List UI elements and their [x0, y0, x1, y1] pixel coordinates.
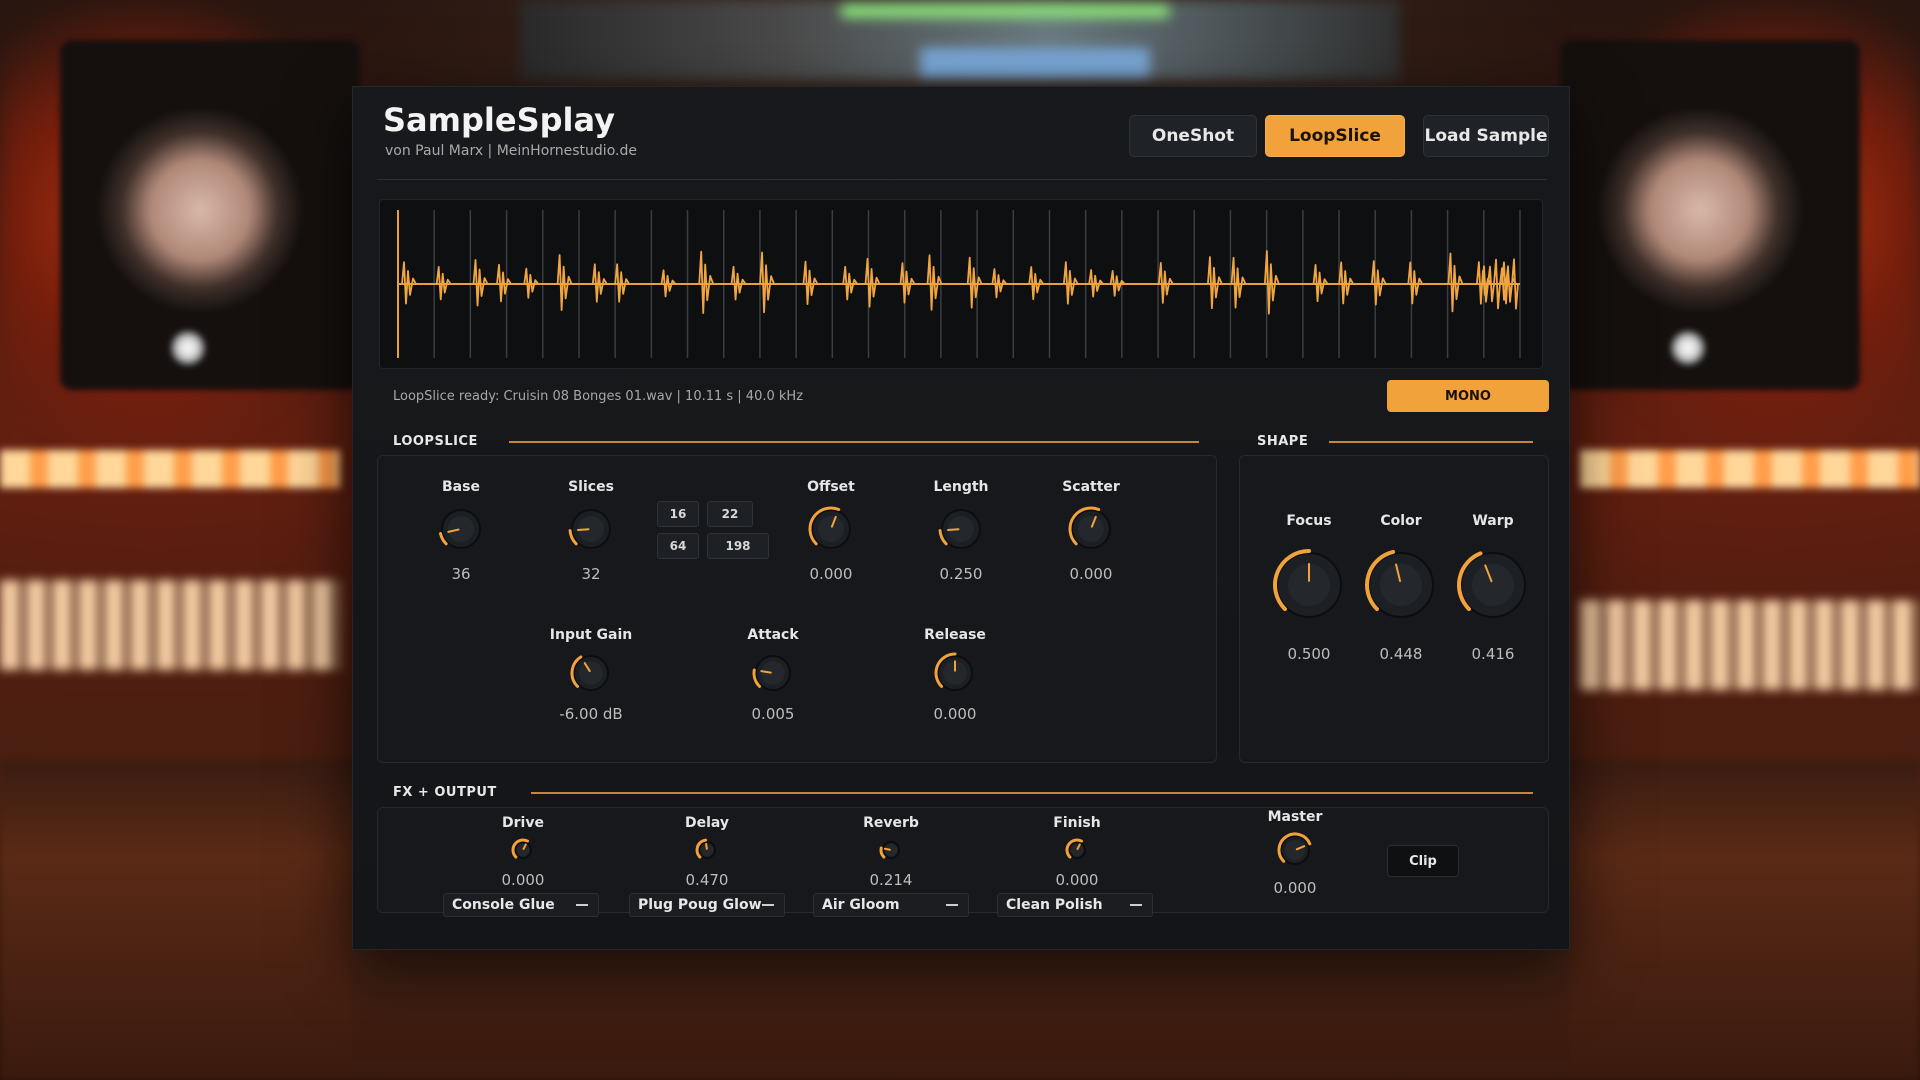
offset-knob[interactable]: [807, 505, 855, 557]
plugin-window: SampleSplay von Paul Marx | MeinHornestu…: [352, 86, 1570, 950]
knob-label: Release: [924, 627, 986, 643]
knob-value: 0.000: [501, 871, 545, 889]
shape-section-title: SHAPE: [1257, 434, 1309, 449]
release-knob[interactable]: [933, 651, 977, 699]
drive-knob[interactable]: [510, 837, 536, 867]
knob-value: 0.000: [1069, 565, 1113, 583]
dash-icon: [762, 904, 774, 906]
knob-value: -6.00 dB: [559, 705, 623, 723]
knob-label: Offset: [807, 479, 855, 495]
preset-label: Plug Poug Glow: [638, 897, 762, 913]
left-keyboard: [0, 580, 340, 670]
finish-knob[interactable]: [1064, 837, 1090, 867]
knob-label: Base: [442, 479, 480, 495]
preset-label: Console Glue: [452, 897, 555, 913]
input-gain-knob[interactable]: [569, 651, 613, 699]
knob-value: 0.250: [939, 565, 983, 583]
oneshot-button[interactable]: OneShot: [1129, 115, 1257, 157]
loopslice-button[interactable]: LoopSlice: [1265, 115, 1405, 157]
knob-label: Finish: [1053, 815, 1101, 831]
knob-label: Attack: [747, 627, 799, 643]
slice-preset-64[interactable]: 64: [657, 533, 699, 559]
knob-label: Length: [933, 479, 989, 495]
knob-value: 32: [581, 565, 601, 583]
delay-preset-select[interactable]: Plug Poug Glow: [629, 893, 785, 917]
slice-preset-198[interactable]: 198: [707, 533, 769, 559]
slice-preset-22[interactable]: 22: [707, 501, 753, 527]
knob-value: 0.000: [1055, 871, 1099, 889]
knob-value: 0.000: [1273, 879, 1317, 897]
master-knob[interactable]: [1276, 831, 1314, 873]
mono-button[interactable]: MONO: [1387, 380, 1549, 412]
right-speaker: [1560, 40, 1860, 390]
dash-icon: [946, 904, 958, 906]
right-keyboard: [1580, 600, 1920, 690]
fx-section-title: FX + OUTPUT: [393, 785, 497, 800]
slice-preset-16[interactable]: 16: [657, 501, 699, 527]
reverb-preset-select[interactable]: Air Gloom: [813, 893, 969, 917]
warp-knob[interactable]: [1456, 548, 1530, 626]
knob-label: Slices: [568, 479, 614, 495]
right-light-strip: [1580, 450, 1920, 488]
dash-icon: [1130, 904, 1142, 906]
focus-knob[interactable]: [1272, 548, 1346, 626]
knob-value: 0.214: [869, 871, 913, 889]
fx-section-line: [531, 792, 1533, 794]
knob-label: Drive: [502, 815, 544, 831]
knob-label: Master: [1267, 809, 1323, 825]
loopslice-section-line: [509, 441, 1199, 443]
loopslice-section-title: LOOPSLICE: [393, 434, 478, 449]
delay-knob[interactable]: [694, 837, 720, 867]
color-knob[interactable]: [1364, 548, 1438, 626]
attack-knob[interactable]: [751, 651, 795, 699]
left-light-strip: [0, 450, 340, 488]
knob-label: Warp: [1472, 513, 1514, 529]
app-subtitle: von Paul Marx | MeinHornestudio.de: [385, 143, 637, 159]
window-reflection: [352, 950, 1568, 1080]
scatter-knob[interactable]: [1067, 505, 1115, 557]
preset-label: Clean Polish: [1006, 897, 1103, 913]
knob-value: 0.005: [751, 705, 795, 723]
clip-button[interactable]: Clip: [1387, 845, 1459, 877]
drive-preset-select[interactable]: Console Glue: [443, 893, 599, 917]
knob-label: Scatter: [1062, 479, 1120, 495]
knob-label: Delay: [684, 815, 730, 831]
background-monitor: [520, 0, 1400, 80]
waveform-svg: [397, 210, 1521, 358]
load-sample-button[interactable]: Load Sample: [1423, 115, 1549, 157]
header-divider: [377, 179, 1547, 180]
shape-section-line: [1329, 441, 1533, 443]
knob-value: 0.416: [1471, 645, 1515, 663]
knob-value: 0.000: [809, 565, 853, 583]
dash-icon: [576, 904, 588, 906]
app-title: SampleSplay: [383, 101, 615, 139]
waveform-display[interactable]: [379, 199, 1543, 369]
finish-preset-select[interactable]: Clean Polish: [997, 893, 1153, 917]
knob-label: Reverb: [863, 815, 919, 831]
knob-value: 0.000: [933, 705, 977, 723]
base-knob[interactable]: [437, 505, 485, 557]
slices-knob[interactable]: [567, 505, 615, 557]
length-knob[interactable]: [937, 505, 985, 557]
knob-value: 36: [451, 565, 471, 583]
knob-label: Input Gain: [549, 627, 633, 643]
status-text: LoopSlice ready: Cruisin 08 Bonges 01.wa…: [393, 389, 804, 404]
preset-label: Air Gloom: [822, 897, 900, 913]
knob-value: 0.470: [685, 871, 729, 889]
reverb-knob[interactable]: [878, 837, 904, 867]
left-speaker: [60, 40, 360, 390]
